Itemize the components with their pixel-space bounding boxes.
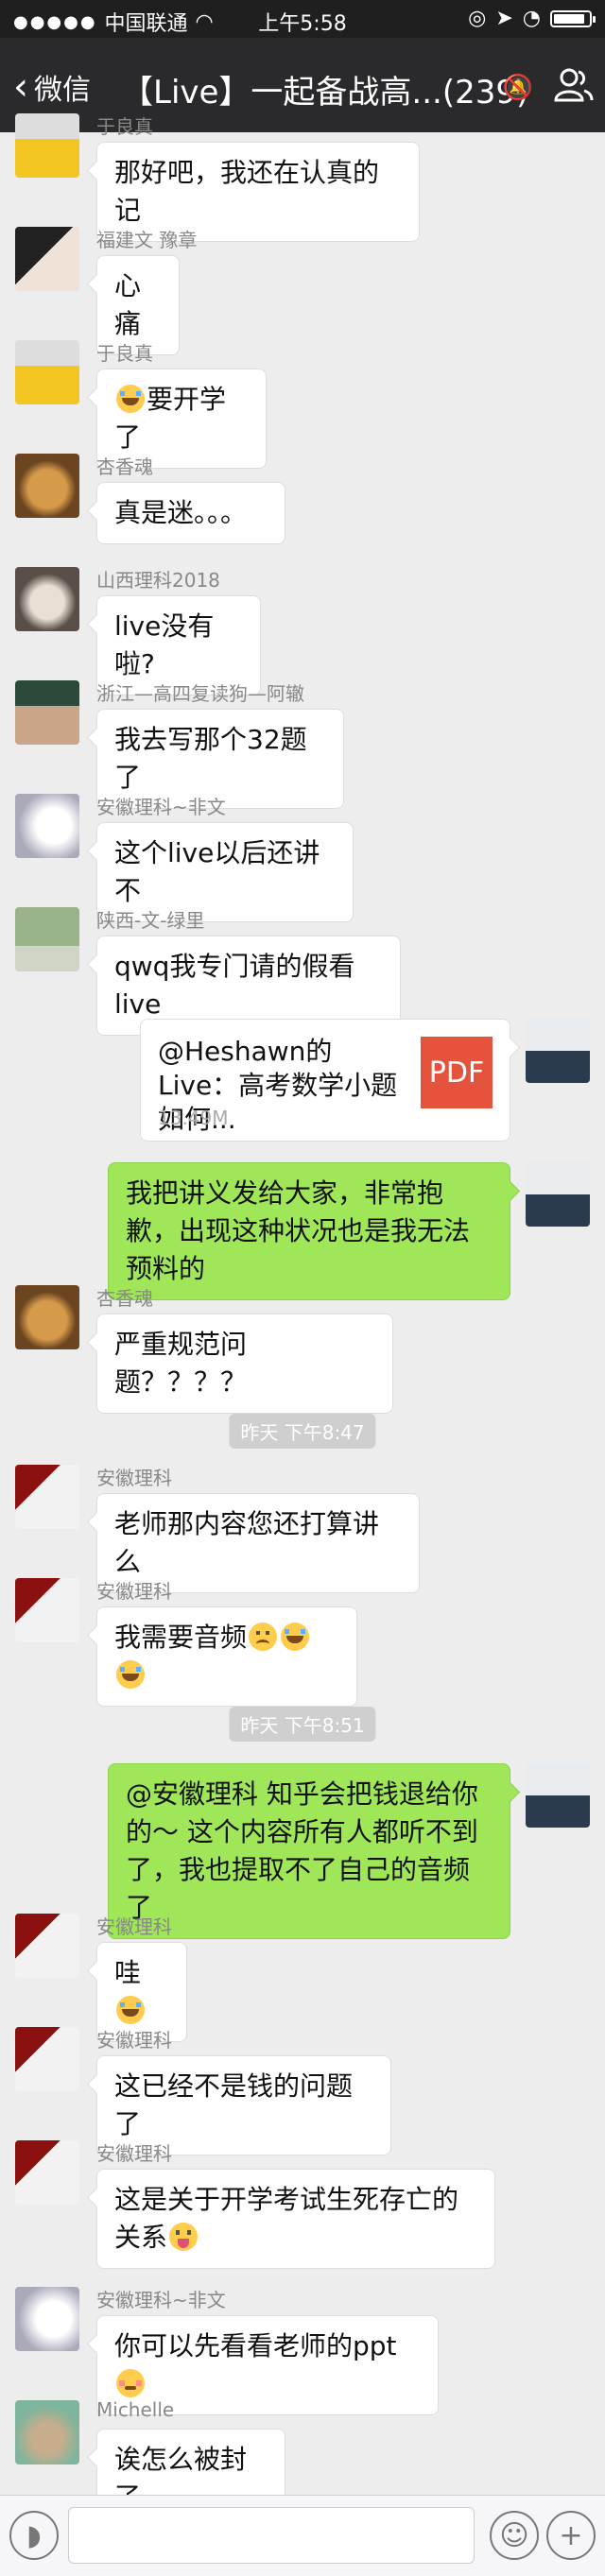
message-text: 这是关于开学考试生死存亡的关系 <box>114 2184 459 2253</box>
crying-emoji-icon <box>116 385 145 413</box>
nav-bar: ‹ 微信 【Live】一起备战高...(239) 🔕 <box>0 38 605 132</box>
blushing-emoji-icon <box>116 2369 145 2397</box>
timestamp: 昨天 下午8:47 <box>229 1414 376 1449</box>
message-text: live没有啦? <box>114 610 215 679</box>
sender-name: 安徽理科 <box>96 1580 172 1603</box>
white-cat-avatar[interactable] <box>15 794 79 858</box>
back-label: 微信 <box>34 74 91 107</box>
message-text: 这已经不是钱的问题了 <box>114 2070 354 2139</box>
chevron-left-icon: ‹ <box>13 65 28 109</box>
teacher-avatar[interactable] <box>526 1019 590 1083</box>
pdf-file-icon: PDF <box>421 1037 493 1108</box>
boy-avatar[interactable] <box>15 1914 79 1978</box>
battery-icon <box>550 9 596 27</box>
sender-name: 浙江—高四复读狗—阿辙 <box>96 682 304 705</box>
back-button[interactable]: ‹ 微信 <box>13 66 91 108</box>
message-text: 我需要音频 <box>114 1622 248 1653</box>
message-text: 严重规范问题？？？？ <box>114 1329 248 1398</box>
minions-avatar[interactable] <box>15 113 79 178</box>
sender-name: 陕西-文-绿里 <box>96 909 205 932</box>
plus-icon[interactable]: + <box>546 2511 596 2560</box>
message-text: 这个live以后还讲不 <box>114 837 320 906</box>
sender-name: 安徽理科~非文 <box>96 2289 226 2311</box>
sender-name: 安徽理科 <box>96 1467 172 1489</box>
man-avatar[interactable] <box>15 680 79 745</box>
chat-title: 【Live】一起备战高...(239) <box>121 74 529 112</box>
sender-name: 山西理科2018 <box>96 569 220 592</box>
boy-avatar[interactable] <box>15 1578 79 1642</box>
input-bar: ◗ ☺ + <box>0 2495 605 2576</box>
message-text: 我去写那个32题了 <box>114 724 307 793</box>
anime-girl-avatar[interactable] <box>15 227 79 291</box>
message-text: 我把讲义发给大家，非常抱歉，出现这种状况也是我无法预料的 <box>126 1177 471 1284</box>
message-text: 老师那内容您还打算讲么 <box>114 1508 380 1577</box>
sender-name: 安徽理科 <box>96 2142 172 2165</box>
message-bubble[interactable]: 严重规范问题？？？？ <box>96 1314 393 1414</box>
sender-name: 于良真 <box>96 115 153 138</box>
minions-avatar[interactable] <box>15 340 79 404</box>
sad-emoji-icon <box>249 1623 278 1651</box>
message-bubble[interactable]: 真是迷。。。 <box>96 482 285 544</box>
boy-avatar[interactable] <box>15 1465 79 1529</box>
cat-avatar[interactable] <box>15 454 79 518</box>
message-text: qwq我专门请的假看live <box>114 951 355 1020</box>
sender-name: 安徽理科 <box>96 1915 172 1938</box>
mute-bell-icon: 🔕 <box>502 74 533 102</box>
sender-name: 杏香魂 <box>96 1287 153 1310</box>
crying-emoji-icon <box>116 1996 145 2024</box>
message-text: 哇 <box>114 1957 142 1988</box>
sender-name: 福建文 豫章 <box>96 229 198 251</box>
alarm-icon: ◔ <box>522 7 541 30</box>
message-bubble[interactable]: 我把讲义发给大家，非常抱歉，出现这种状况也是我无法预料的 <box>108 1162 510 1300</box>
file-card[interactable]: @Heshawn的Live：高考数学小题如何... 13.49M PDF <box>140 1019 510 1142</box>
message-text: 心痛 <box>114 270 142 339</box>
crying-emoji-icon <box>281 1623 310 1651</box>
message-text: 真是迷。。。 <box>114 497 248 528</box>
grumpy-cat-avatar[interactable] <box>15 567 79 631</box>
status-bar: ●●●●● 中国联通 ◠ 上午5:58 ◎ ➤ ◔ <box>0 0 605 38</box>
sender-name: Michelle <box>96 2398 175 2421</box>
road-avatar[interactable] <box>15 907 79 971</box>
sender-name: 杏香魂 <box>96 455 153 478</box>
teacher-avatar[interactable] <box>526 1162 590 1227</box>
cat-avatar[interactable] <box>15 1285 79 1349</box>
crying-emoji-icon <box>116 1660 145 1689</box>
lock-rotation-icon: ◎ <box>468 7 487 30</box>
deer-avatar[interactable] <box>15 2400 79 2464</box>
message-text: 你可以先看看老师的ppt <box>114 2330 397 2361</box>
boy-avatar[interactable] <box>15 2140 79 2205</box>
message-text: @安徽理科 知乎会把钱退给你的～ 这个内容所有人都听不到了，我也提取不了自己的音… <box>126 1778 478 1923</box>
teacher-avatar[interactable] <box>526 1763 590 1828</box>
message-bubble[interactable]: 我需要音频 <box>96 1606 357 1707</box>
boy-avatar[interactable] <box>15 2027 79 2091</box>
tongue-emoji-icon <box>169 2223 199 2251</box>
sender-name: 于良真 <box>96 342 153 365</box>
timestamp: 昨天 下午8:51 <box>229 1707 376 1742</box>
file-size: 13.49M <box>158 1107 229 1129</box>
location-icon: ➤ <box>495 7 513 30</box>
sender-name: 安徽理科~非文 <box>96 796 226 818</box>
white-cat-avatar[interactable] <box>15 2287 79 2351</box>
sender-name: 安徽理科 <box>96 2029 172 2052</box>
emoji-icon[interactable]: ☺ <box>490 2511 539 2560</box>
status-right: ◎ ➤ ◔ <box>468 7 596 30</box>
group-members-icon[interactable] <box>552 66 594 104</box>
message-text: 那好吧，我还在认真的记 <box>114 157 380 226</box>
message-input[interactable] <box>68 2507 475 2564</box>
message-bubble[interactable]: 这是关于开学考试生死存亡的关系 <box>96 2169 495 2269</box>
voice-icon[interactable]: ◗ <box>9 2511 59 2560</box>
